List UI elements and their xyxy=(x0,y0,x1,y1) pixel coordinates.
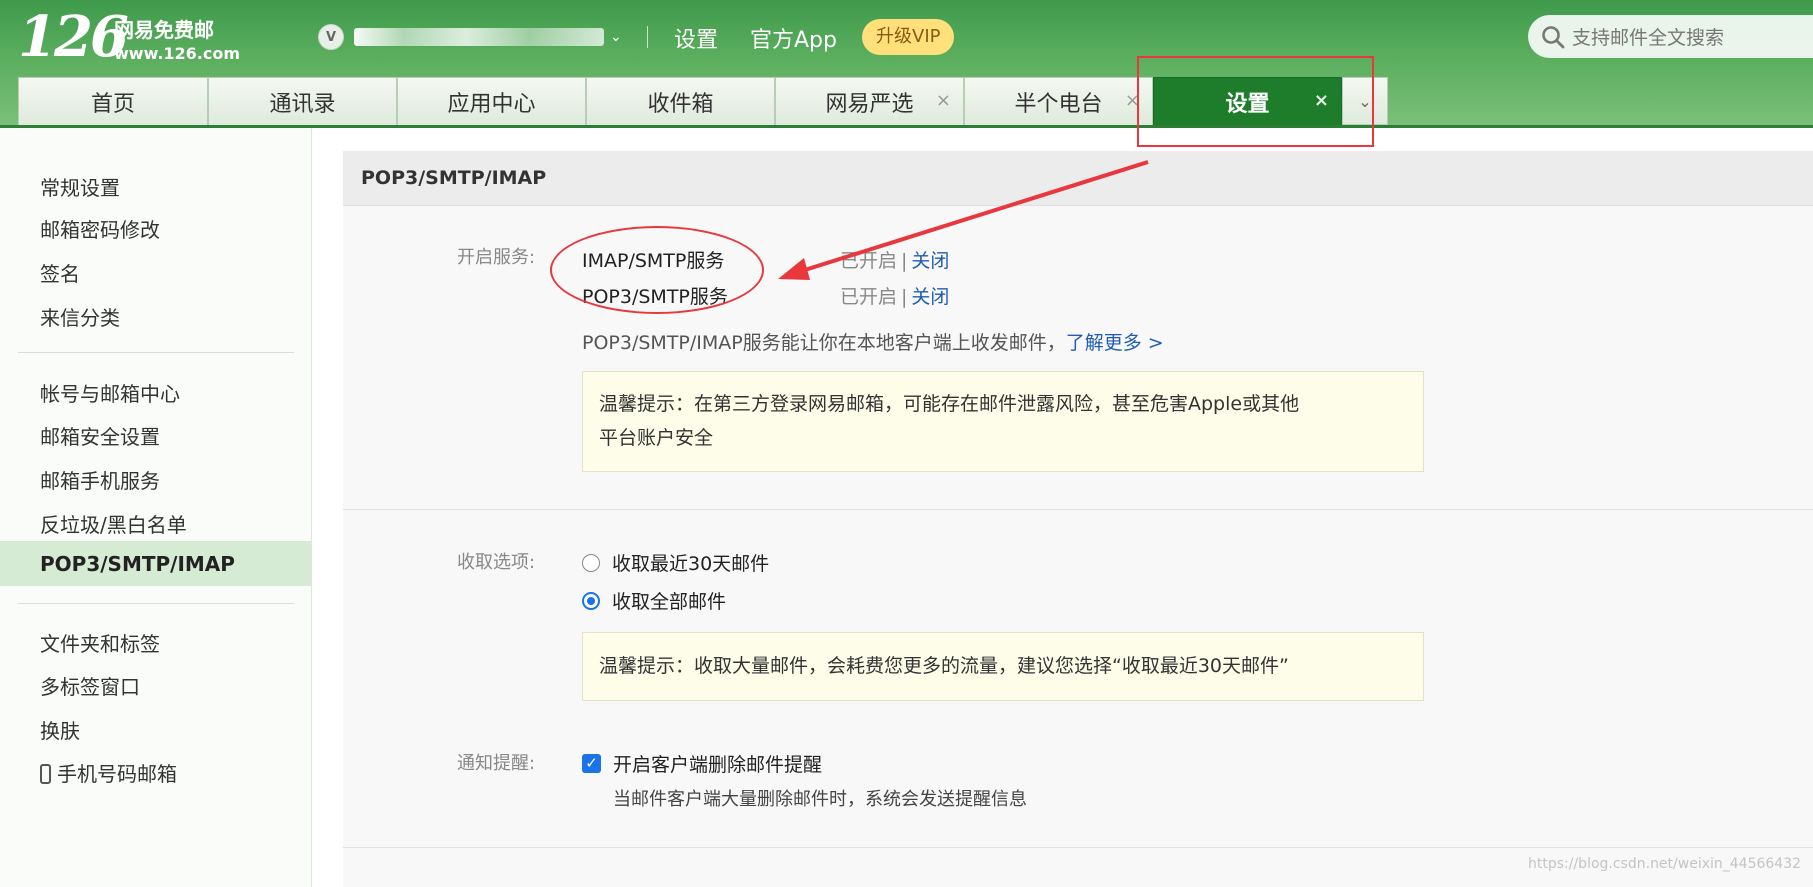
tab-label: 应用中心 xyxy=(447,91,536,117)
tip-text: 温馨提示：收取大量邮件，会耗费您更多的流量，建议您选择“收取最近30天邮件” xyxy=(599,655,1289,677)
tab-radio[interactable]: 半个电台 × xyxy=(964,77,1153,125)
annotation-highlight-box xyxy=(1137,56,1374,147)
sidebar-item-mobile-service[interactable]: 邮箱手机服务 xyxy=(40,465,160,494)
tab-home[interactable]: 首页 xyxy=(18,77,208,125)
sidebar-item-phone-mailbox[interactable]: 手机号码邮箱 xyxy=(40,758,177,787)
status-text: 已开启 xyxy=(840,286,898,308)
sidebar-item-spam[interactable]: 反垃圾/黑白名单 xyxy=(40,509,187,538)
sidebar-item-general[interactable]: 常规设置 xyxy=(40,172,120,201)
imap-close-link[interactable]: 关闭 xyxy=(911,250,949,272)
section-divider xyxy=(343,847,1813,848)
fetch-recent-30-days-option[interactable]: 收取最近30天邮件 xyxy=(582,549,769,576)
annotation-circle xyxy=(550,226,764,314)
security-tip-box: 温馨提示：在第三方登录网易邮箱，可能存在邮件泄露风险，甚至危害Apple或其他 … xyxy=(582,371,1424,472)
sidebar-item-pop3-smtp-imap[interactable]: POP3/SMTP/IMAP xyxy=(40,552,235,576)
checkbox-checked-icon[interactable]: ✓ xyxy=(582,754,601,773)
traffic-tip-box: 温馨提示：收取大量邮件，会耗费您更多的流量，建议您选择“收取最近30天邮件” xyxy=(582,632,1424,701)
notify-description: 当邮件客户端大量删除邮件时，系统会发送提醒信息 xyxy=(613,789,1027,810)
sidebar-item-signature[interactable]: 签名 xyxy=(40,258,80,287)
option-label: 收取全部邮件 xyxy=(612,591,727,613)
settings-sidebar: 常规设置 邮箱密码修改 签名 来信分类 帐号与邮箱中心 邮箱安全设置 邮箱手机服… xyxy=(0,128,312,887)
status-text: 已开启 xyxy=(840,250,898,272)
pop3-close-link[interactable]: 关闭 xyxy=(911,286,949,308)
sidebar-item-label: 手机号码邮箱 xyxy=(57,762,177,786)
fetch-options-label: 收取选项: xyxy=(457,552,536,573)
watermark: https://blog.csdn.net/weixin_44566432 xyxy=(1528,856,1802,872)
header-app-link[interactable]: 官方App xyxy=(750,22,837,54)
close-icon[interactable]: × xyxy=(936,90,951,111)
sidebar-item-password[interactable]: 邮箱密码修改 xyxy=(40,214,160,243)
section-header: POP3/SMTP/IMAP xyxy=(343,151,1813,206)
option-label: 开启客户端删除邮件提醒 xyxy=(613,754,823,776)
header-divider xyxy=(647,26,648,48)
chevron-down-icon[interactable]: ⌄ xyxy=(610,29,622,45)
service-label: 开启服务: xyxy=(457,247,536,268)
section-divider xyxy=(343,509,1813,510)
account-switcher[interactable]: V ⌄ xyxy=(318,24,622,50)
delete-notify-option[interactable]: ✓ 开启客户端删除邮件提醒 xyxy=(582,750,822,777)
fetch-recent-radio[interactable] xyxy=(582,553,600,572)
pop3-service-status: 已开启 | 关闭 xyxy=(840,286,950,308)
section-title: POP3/SMTP/IMAP xyxy=(361,167,547,189)
tab-label: 收件箱 xyxy=(647,91,714,117)
account-name-blurred xyxy=(354,28,604,46)
phone-icon xyxy=(40,764,51,784)
tab-yanxuan[interactable]: 网易严选 × xyxy=(775,77,964,125)
sidebar-item-account-center[interactable]: 帐号与邮箱中心 xyxy=(40,378,180,407)
tab-label: 半个电台 xyxy=(1014,91,1103,117)
search-input[interactable]: 支持邮件全文搜索 xyxy=(1572,23,1724,50)
service-description: POP3/SMTP/IMAP服务能让你在本地客户端上收发邮件，了解更多 > xyxy=(582,328,1164,355)
learn-more-link[interactable]: 了解更多 > xyxy=(1066,332,1164,354)
tab-contacts[interactable]: 通讯录 xyxy=(208,77,397,125)
sidebar-item-security[interactable]: 邮箱安全设置 xyxy=(40,421,160,450)
vip-level-badge: V xyxy=(318,24,344,50)
logo-brand-name: 网易免费邮 xyxy=(114,18,214,42)
sidebar-divider xyxy=(18,603,294,604)
sidebar-item-mail-filter[interactable]: 来信分类 xyxy=(40,302,120,331)
header-settings-link[interactable]: 设置 xyxy=(674,22,718,54)
logo-url: www.126.com xyxy=(114,44,241,63)
fetch-all-option[interactable]: 收取全部邮件 xyxy=(582,587,726,614)
tab-label: 首页 xyxy=(90,91,135,117)
tab-label: 网易严选 xyxy=(825,91,914,117)
tab-inbox[interactable]: 收件箱 xyxy=(586,77,775,125)
tip-text: 平台账户安全 xyxy=(599,427,714,449)
description-text: POP3/SMTP/IMAP服务能让你在本地客户端上收发邮件， xyxy=(582,332,1066,354)
tab-app-center[interactable]: 应用中心 xyxy=(397,77,586,125)
sidebar-item-multi-tab[interactable]: 多标签窗口 xyxy=(40,671,140,700)
tip-text: 温馨提示：在第三方登录网易邮箱，可能存在邮件泄露风险，甚至危害Apple或其他 xyxy=(599,393,1300,415)
search-box[interactable]: 支持邮件全文搜索 xyxy=(1528,15,1813,58)
sidebar-item-skin[interactable]: 换肤 xyxy=(40,715,80,744)
sidebar-divider xyxy=(18,352,294,353)
option-label: 收取最近30天邮件 xyxy=(612,553,770,575)
fetch-all-radio[interactable] xyxy=(582,591,600,610)
notify-label: 通知提醒: xyxy=(457,753,536,774)
imap-service-status: 已开启 | 关闭 xyxy=(840,250,950,272)
upgrade-vip-button[interactable]: 升级VIP xyxy=(862,19,955,55)
search-icon xyxy=(1542,25,1565,48)
sidebar-item-folders-tags[interactable]: 文件夹和标签 xyxy=(40,628,160,657)
logo-number: 126 xyxy=(18,4,129,70)
tab-label: 通讯录 xyxy=(269,91,336,117)
